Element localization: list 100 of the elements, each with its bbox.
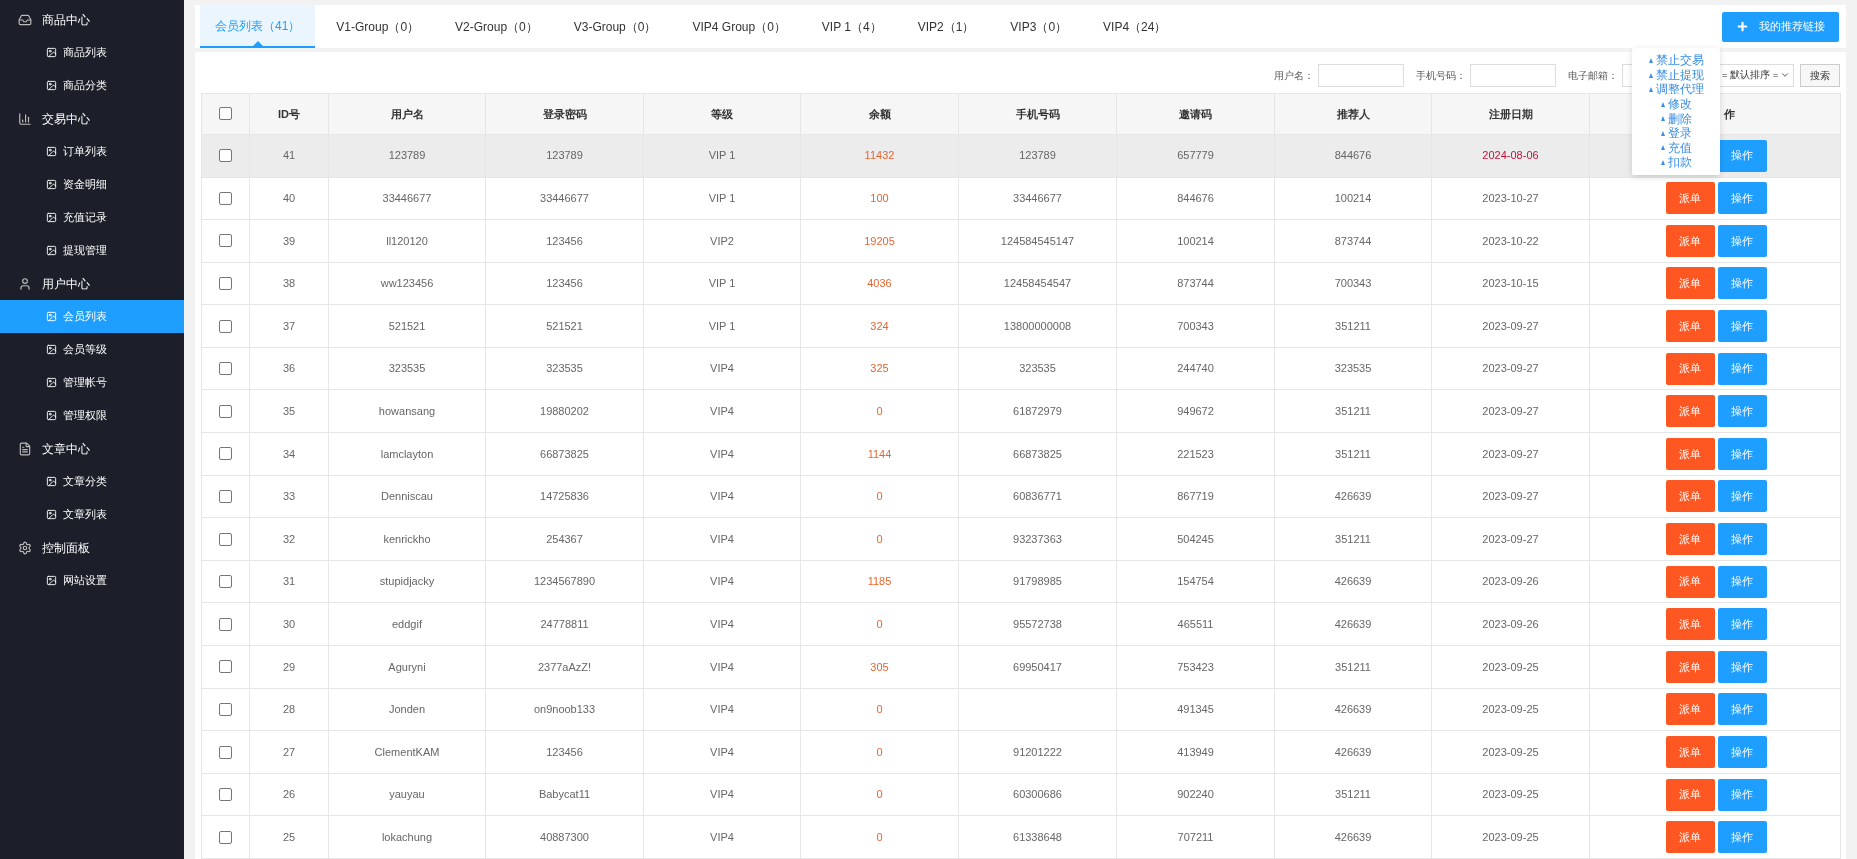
operate-button[interactable]: 操作 [1717,480,1767,513]
dispatch-button[interactable]: 派单 [1665,310,1715,343]
checkbox[interactable] [219,575,232,589]
sidebar-item[interactable]: 资金明细 [0,168,184,201]
operate-button[interactable]: 操作 [1717,310,1767,343]
operate-button[interactable]: 操作 [1717,182,1767,215]
checkbox[interactable] [219,702,232,716]
operate-button[interactable]: 操作 [1717,693,1767,726]
checkbox[interactable] [219,447,232,461]
table-cell-text: 2023-09-25 [1482,829,1539,845]
dispatch-button[interactable]: 派单 [1665,778,1715,811]
sidebar-item[interactable]: 充值记录 [0,201,184,234]
dispatch-button[interactable]: 派单 [1665,565,1715,598]
search-field[interactable] [1318,63,1404,87]
tab[interactable]: V2-Group（0） [440,5,553,48]
referral-link-button[interactable]: 我的推荐链接 [1722,11,1839,42]
checkbox[interactable] [219,532,232,546]
dispatch-button[interactable]: 派单 [1665,650,1715,683]
operate-button[interactable]: 操作 [1717,395,1767,428]
tab[interactable]: V1-Group（0） [321,5,435,48]
menu-item[interactable]: 充值 [1660,140,1692,156]
checkbox[interactable] [219,660,232,674]
sidebar-item[interactable]: 网站设置 [0,564,184,597]
checkbox[interactable] [219,277,232,290]
checkbox[interactable] [219,319,232,333]
operate-button[interactable]: 操作 [1717,352,1767,385]
tab[interactable]: VIP4 Group（0） [677,5,801,48]
dispatch-button[interactable]: 派单 [1665,224,1715,257]
tab-pointer-icon [252,41,263,46]
sidebar-item[interactable]: 管理帐号 [0,366,184,399]
tab[interactable]: V3-Group（0） [558,5,672,48]
dispatch-button[interactable]: 派单 [1665,608,1715,641]
dispatch-button[interactable]: 派单 [1665,693,1715,726]
operate-button[interactable]: 操作 [1717,736,1767,768]
checkbox[interactable] [219,830,232,844]
menu-item[interactable]: 禁止提现 [1648,67,1704,83]
sidebar-item[interactable]: 管理权限 [0,399,184,432]
sidebar-group[interactable]: 控制面板 [0,531,184,564]
checkbox[interactable] [219,234,232,248]
dispatch-button[interactable]: 派单 [1665,480,1715,513]
table-cell-text: 323535 [1334,361,1372,377]
sidebar-item[interactable]: 提现管理 [0,234,184,267]
checkbox[interactable] [219,404,232,418]
menu-item[interactable]: 扣款 [1660,155,1692,170]
table-cell-text: 33446677 [1013,191,1062,207]
checkbox[interactable] [219,191,232,205]
menu-item[interactable]: 删除 [1660,111,1692,127]
tab[interactable]: VIP2（1） [902,5,990,48]
menu-item[interactable]: 登录 [1660,126,1692,141]
checkbox[interactable] [219,788,232,802]
dispatch-button[interactable]: 派单 [1665,736,1715,768]
checkbox[interactable] [219,745,232,759]
sidebar-group[interactable]: 用户中心 [0,267,184,300]
table-cell-text: 2023-09-27 [1482,361,1539,377]
tab[interactable]: VIP 1（4） [806,5,897,48]
dispatch-button[interactable]: 派单 [1665,821,1715,854]
operate-button[interactable]: 操作 [1717,778,1767,811]
table-cell-text: 221523 [1177,446,1214,462]
sidebar-item[interactable]: 文章分类 [0,465,184,498]
dispatch-button[interactable]: 派单 [1665,523,1715,556]
sidebar-item[interactable]: 会员列表 [0,300,184,333]
sidebar-item[interactable]: 订单列表 [0,135,184,168]
checkbox[interactable] [219,489,232,503]
dispatch-button[interactable]: 派单 [1665,267,1715,300]
search-field[interactable] [1470,63,1556,87]
dispatch-button[interactable]: 派单 [1665,352,1715,385]
sidebar-item[interactable]: 会员等级 [0,333,184,366]
tab[interactable]: 会员列表（41） [200,5,316,48]
sidebar-group[interactable]: 交易中心 [0,102,184,135]
operate-button[interactable]: 操作 [1717,608,1767,641]
sidebar-group[interactable]: 商品中心 [0,3,184,36]
operate-button[interactable]: 操作 [1717,139,1767,172]
sidebar-item[interactable]: 商品列表 [0,36,184,69]
operate-button[interactable]: 操作 [1717,437,1767,470]
sidebar-item[interactable]: 商品分类 [0,69,184,102]
dispatch-button[interactable]: 派单 [1665,182,1715,215]
search-button[interactable]: 搜索 [1800,63,1840,87]
operate-button[interactable]: 操作 [1717,821,1767,854]
operate-button[interactable]: 操作 [1717,224,1767,257]
checkbox[interactable] [219,149,232,163]
table-cell-text: 325 [870,361,889,377]
table-cell-text: 12458454547 [1003,276,1072,292]
sidebar-item[interactable]: 文章列表 [0,498,184,531]
checkbox[interactable] [219,362,232,376]
table-cell-text: 26 [282,787,296,803]
operate-button[interactable]: 操作 [1717,650,1767,683]
checkbox[interactable] [219,617,232,631]
operate-button[interactable]: 操作 [1717,267,1767,300]
menu-item[interactable]: 禁止交易 [1648,53,1704,68]
operate-button[interactable]: 操作 [1717,565,1767,598]
sidebar-group[interactable]: 文章中心 [0,432,184,465]
dispatch-button[interactable]: 派单 [1665,437,1715,470]
operate-button[interactable]: 操作 [1717,523,1767,556]
dispatch-button[interactable]: 派单 [1665,395,1715,428]
menu-item[interactable]: 修改 [1660,96,1692,112]
column-header: 邀请码 [1179,106,1212,122]
tab[interactable]: VIP4（24） [1088,5,1182,48]
checkbox[interactable] [219,107,232,121]
menu-item[interactable]: 调整代理 [1648,82,1704,97]
tab[interactable]: VIP3（0） [995,5,1083,48]
